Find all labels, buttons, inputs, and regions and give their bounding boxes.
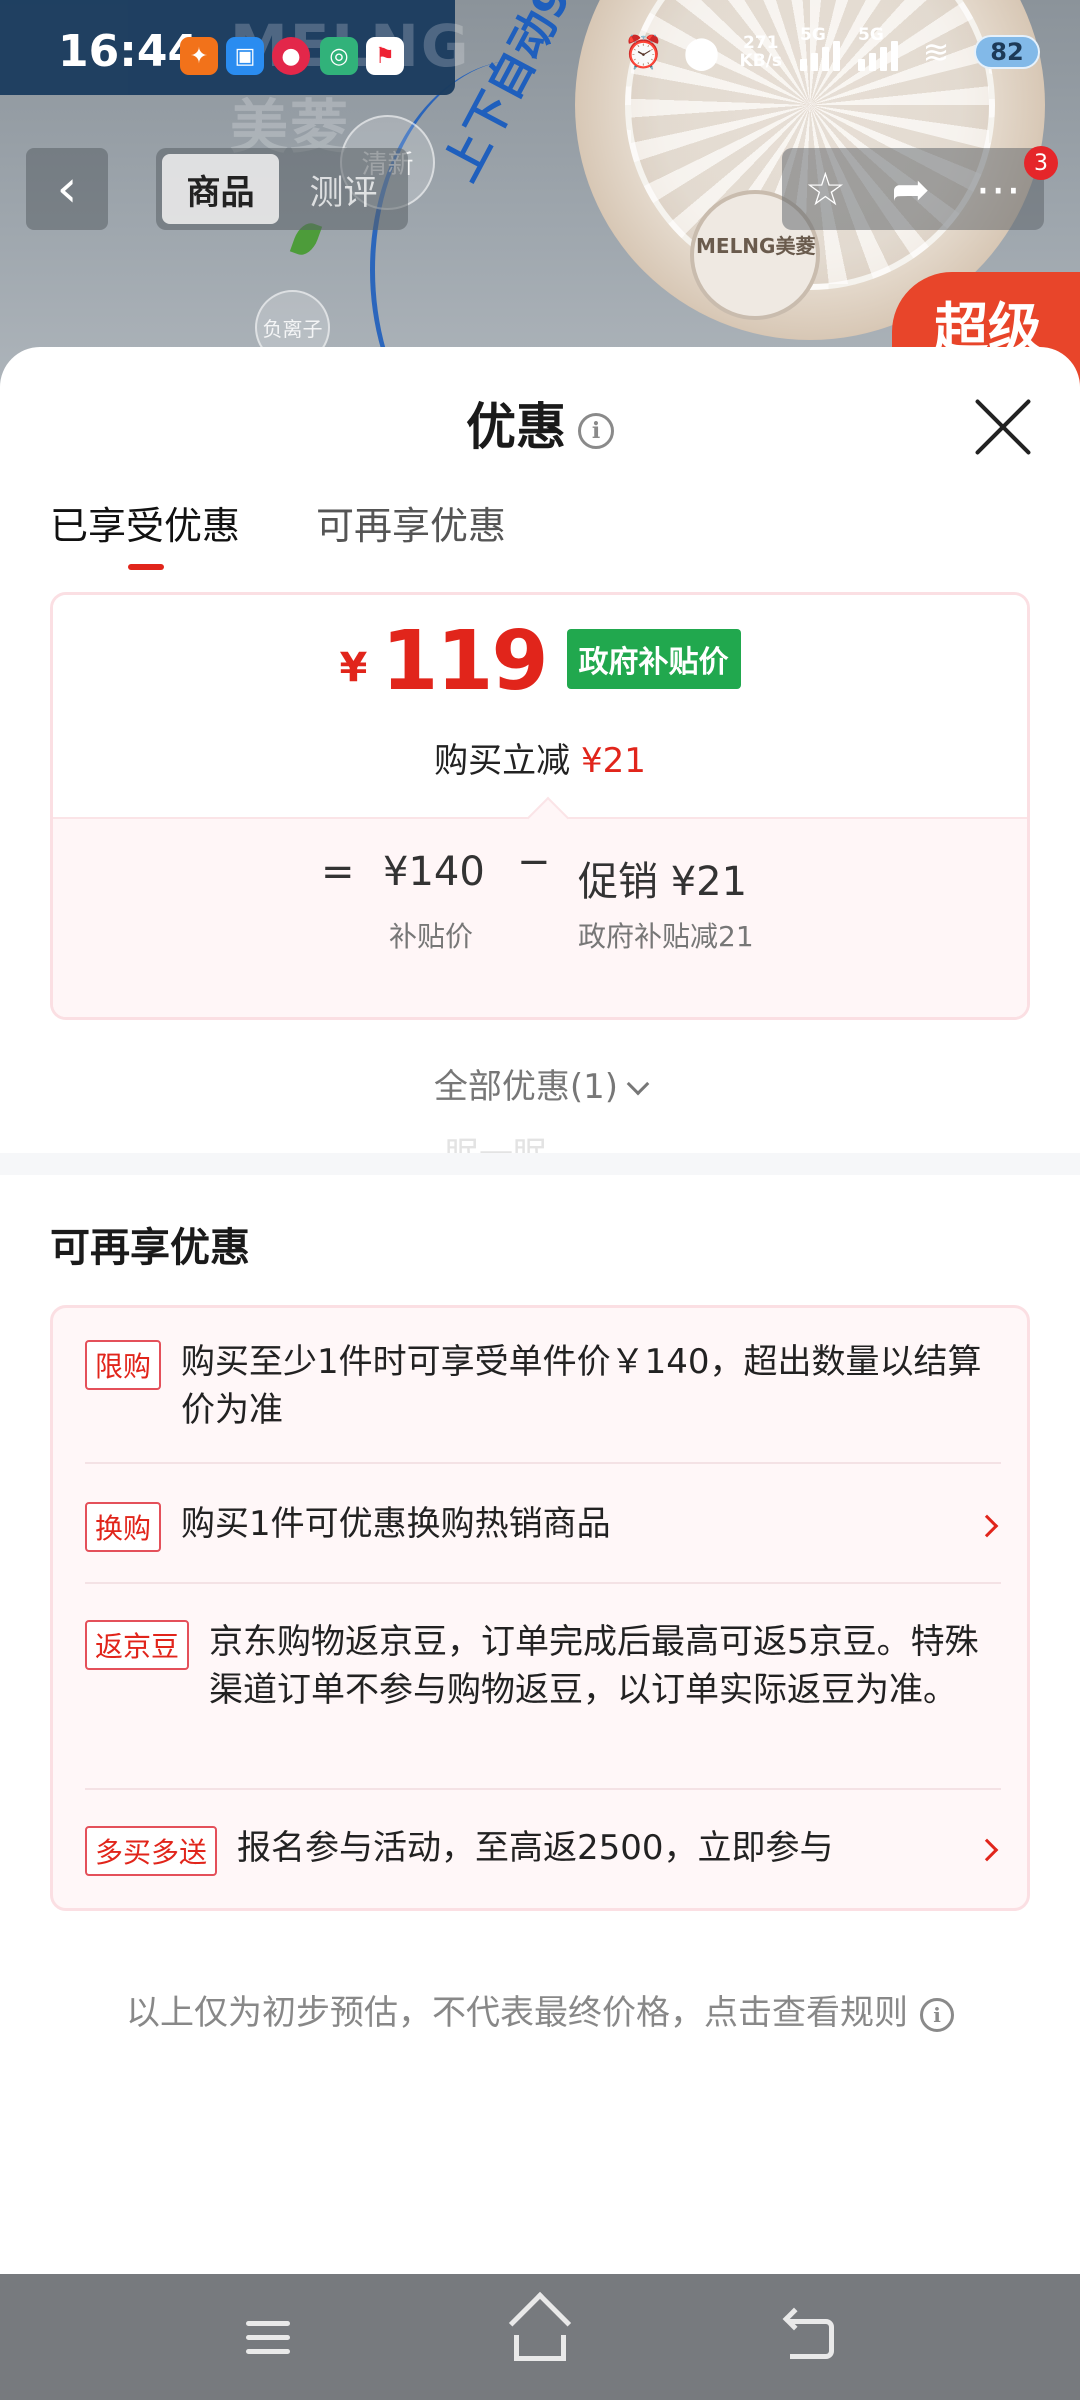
share-icon[interactable]: ➦ xyxy=(891,162,930,216)
price-formula: = ¥140 − 促销 ¥21 补贴价 政府补贴减21 xyxy=(53,817,1027,1017)
more-icon[interactable]: ⋯ xyxy=(975,162,1021,216)
nav-actions: ☆ ➦ ⋯ xyxy=(782,148,1044,230)
notification-badge: 3 xyxy=(1024,146,1058,180)
all-promos-toggle[interactable]: 全部优惠(1) xyxy=(0,1059,1080,1108)
battery-icon: 82 xyxy=(974,35,1040,69)
close-button[interactable] xyxy=(970,395,1034,459)
message-app-icon: ▣ xyxy=(226,37,264,75)
minus-sign: − xyxy=(517,839,551,885)
offer-tag: 换购 xyxy=(85,1502,162,1552)
offer-text: 购买至少1件时可享受单件价￥140，超出数量以结算价为准 xyxy=(181,1342,982,1430)
reduce-amount: ¥21 xyxy=(580,741,646,781)
signal-icon-2: 5G xyxy=(858,25,898,71)
signal-icon: 5G xyxy=(800,25,840,71)
network-app-icon: ◎ xyxy=(320,37,358,75)
system-back-button[interactable] xyxy=(782,2307,842,2367)
promo-label: 政府补贴减21 xyxy=(578,920,754,953)
status-indicators: ⏰ ⬤ 271 KB/s 5G 5G ≋ 82 xyxy=(623,25,1040,72)
favorite-star-icon[interactable]: ☆ xyxy=(805,162,846,216)
network-speed: 271 KB/s xyxy=(739,33,782,71)
sheet-title: 优惠 xyxy=(466,398,566,456)
back-button[interactable]: ‹ xyxy=(26,148,108,230)
chevron-right-icon xyxy=(975,1514,999,1538)
weibo-app-icon: ● xyxy=(272,37,310,75)
offer-item-jingdou: 返京豆 京东购物返京豆，订单完成后最高可返5京豆。特殊渠道订单不参与购物返豆，以… xyxy=(85,1584,1001,1790)
reduce-line: 购买立减 ¥21 xyxy=(434,741,646,781)
base-price: ¥140 xyxy=(383,849,485,895)
tab-enjoyed-promos[interactable]: 已享受优惠 xyxy=(50,495,240,570)
offer-item-multi-buy[interactable]: 多买多送 报名参与活动，至高返2500，立即参与 xyxy=(85,1790,1001,1910)
chevron-down-icon xyxy=(626,1072,650,1096)
fan-brand-label: MELNG美菱 xyxy=(696,234,816,258)
offer-tag: 多买多送 xyxy=(85,1826,218,1876)
tab-product[interactable]: 商品 xyxy=(162,154,279,224)
wifi-icon: ≋ xyxy=(922,33,950,71)
system-nav-bar xyxy=(0,2274,1080,2400)
promotion-sheet: 优惠 i 已享受优惠 可再享优惠 ¥ 119 政府补贴价 购买立减 ¥21 = ¥… xyxy=(0,347,1080,2274)
offer-item-exchange[interactable]: 换购 购买1件可优惠换购热销商品 xyxy=(85,1464,1001,1584)
location-icon: ⬤ xyxy=(683,33,720,71)
available-promos-title: 可再享优惠 xyxy=(50,1225,250,1271)
info-icon[interactable]: i xyxy=(578,412,614,449)
offer-item-limit: 限购 购买至少1件时可享受单件价￥140，超出数量以结算价为准 xyxy=(85,1338,1001,1464)
final-price: 119 xyxy=(381,614,548,709)
product-tabs: 商品 测评 xyxy=(156,148,408,230)
gov-subsidy-tag: 政府补贴价 xyxy=(566,629,741,689)
tab-review[interactable]: 测评 xyxy=(285,154,402,224)
info-icon: i xyxy=(920,1997,954,2032)
offers-list: 限购 购买至少1件时可享受单件价￥140，超出数量以结算价为准 换购 购买1件可… xyxy=(50,1305,1030,1911)
base-price-label: 补贴价 xyxy=(389,920,474,953)
price-card: ¥ 119 政府补贴价 购买立减 ¥21 = ¥140 − 促销 ¥21 补贴价… xyxy=(50,592,1030,1020)
offer-tag: 返京豆 xyxy=(85,1620,190,1670)
status-time: 16:44 xyxy=(58,26,199,77)
map-app-icon: ⚑ xyxy=(366,37,404,75)
offer-text: 京东购物返京豆，订单完成后最高可返5京豆。特殊渠道订单不参与购物返豆，以订单实际… xyxy=(209,1622,979,1710)
price-rules-link[interactable]: 以上仅为初步预估，不代表最终价格，点击查看规则 i xyxy=(0,1985,1080,2034)
chevron-right-icon xyxy=(975,1838,999,1862)
recent-apps-button[interactable] xyxy=(238,2307,298,2367)
equals-sign: = xyxy=(321,849,355,895)
offer-text: 报名参与活动，至高返2500，立即参与 xyxy=(237,1828,834,1868)
currency-symbol: ¥ xyxy=(339,645,368,691)
tab-available-promos[interactable]: 可再享优惠 xyxy=(316,495,506,570)
section-divider xyxy=(0,1153,1080,1175)
home-button[interactable] xyxy=(508,2291,572,2367)
offer-text: 购买1件可优惠换购热销商品 xyxy=(181,1504,611,1544)
promo-amount: 促销 ¥21 xyxy=(578,859,748,905)
alarm-icon: ⏰ xyxy=(623,33,664,71)
app-notification-icon: ✦ xyxy=(180,37,218,75)
offer-tag: 限购 xyxy=(85,1340,162,1390)
promo-tabs: 已享受优惠 可再享优惠 xyxy=(50,495,506,570)
status-bar: 16:44 ✦ ▣ ● ◎ ⚑ ⏰ ⬤ 271 KB/s 5G 5G ≋ 82 xyxy=(0,0,1080,115)
sheet-title-row: 优惠 i xyxy=(0,387,1080,459)
price-summary: ¥ 119 政府补贴价 购买立减 ¥21 xyxy=(53,595,1027,817)
